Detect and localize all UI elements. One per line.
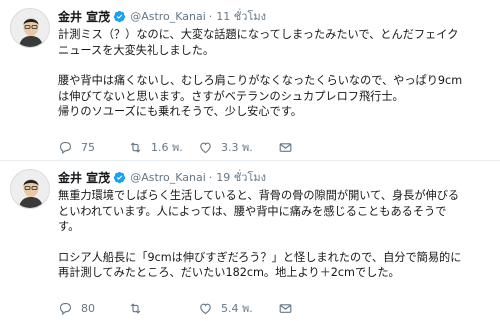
reply-count: 80 <box>81 301 95 315</box>
tweet-line: 再計測してみたところ、だいたい182cm。地上より＋2cmでした。 <box>58 266 400 280</box>
tweet-line: ロシア人船長に「9cmは伸びすぎだろう？」と怪しまれたので、自分で簡易的に <box>58 250 462 264</box>
tweet-actions: 75 1.6 พ. 3.3 พ. <box>58 138 308 156</box>
reply-icon <box>59 302 72 315</box>
direct-message-button[interactable] <box>278 140 308 155</box>
tweet[interactable]: 金井 宣茂 @Astro_Kanai · 11 ชั่วโมง 計測ミス（？）な… <box>0 0 500 161</box>
reply-button[interactable]: 75 <box>58 140 128 155</box>
envelope-icon <box>279 303 292 313</box>
separator-dot: · <box>208 9 213 23</box>
tweet-line: 腰や背中は痛くないし、むしろ肩こりがなくなったくらいなので、やっぱり9cm <box>58 74 463 88</box>
like-count: 3.3 พ. <box>221 141 253 154</box>
avatar[interactable] <box>10 169 50 209</box>
retweet-count: 1.6 พ. <box>151 141 183 154</box>
author-name[interactable]: 金井 宣茂 <box>58 169 110 186</box>
tweet-line: ニュースを大変失礼しました。 <box>58 43 215 57</box>
reply-button[interactable]: 80 <box>58 301 128 316</box>
tweet-line: 無重力環境でしばらく生活していると、背骨の骨の隙間が開いて、身長が伸びる <box>58 189 460 202</box>
retweet-button[interactable] <box>128 301 198 316</box>
verified-badge-icon <box>113 171 126 183</box>
reply-icon <box>59 141 72 154</box>
retweet-icon <box>130 302 141 314</box>
avatar-portrait-icon <box>11 9 49 47</box>
like-button[interactable]: 5.4 พ. <box>198 299 278 317</box>
author-handle[interactable]: @Astro_Kanai <box>130 171 206 184</box>
verified-badge-icon <box>113 10 126 22</box>
heart-icon <box>200 142 211 153</box>
like-button[interactable]: 3.3 พ. <box>198 138 278 156</box>
avatar[interactable] <box>10 8 50 48</box>
retweet-button[interactable]: 1.6 พ. <box>128 138 198 156</box>
like-count: 5.4 พ. <box>221 302 253 315</box>
tweet-line: は伸びてないと思います。さすがベテランのシュカプレロフ飛行士。 <box>58 89 404 103</box>
tweet-line: す。 <box>58 220 80 234</box>
separator-dot: · <box>208 170 213 184</box>
author-name[interactable]: 金井 宣茂 <box>58 8 110 25</box>
tweet[interactable]: 金井 宣茂 @Astro_Kanai · 19 ชั่วโมง 無重力環境でしば… <box>0 161 500 321</box>
tweet-line: といわれています。人によっては、腰や背中に痛みを感じることもあるそうで <box>58 204 447 218</box>
timestamp[interactable]: 11 ชั่วโมง <box>216 7 266 25</box>
envelope-icon <box>279 142 292 152</box>
tweet-feed: 金井 宣茂 @Astro_Kanai · 11 ชั่วโมง 計測ミス（？）な… <box>0 0 500 321</box>
timestamp[interactable]: 19 ชั่วโมง <box>216 168 266 186</box>
tweet-line: 帰りのソユーズにも乗れそうで、少し安心です。 <box>58 105 302 119</box>
author-handle[interactable]: @Astro_Kanai <box>130 10 206 23</box>
avatar-portrait-icon <box>11 170 49 208</box>
tweet-text: 計測ミス（？）なのに、大変な話題になってしまったみたいで、とんだフェイク ニュー… <box>58 27 492 120</box>
retweet-icon <box>130 141 141 153</box>
reply-count: 75 <box>81 140 95 154</box>
tweet-text: 無重力環境でしばらく生活していると、背骨の骨の隙間が開いて、身長が伸びる といわ… <box>58 188 492 281</box>
heart-icon <box>200 303 211 314</box>
direct-message-button[interactable] <box>278 301 308 316</box>
tweet-line: 計測ミス（？）なのに、大変な話題になってしまったみたいで、とんだフェイク <box>58 28 459 41</box>
tweet-actions: 80 5.4 พ. <box>58 299 308 317</box>
